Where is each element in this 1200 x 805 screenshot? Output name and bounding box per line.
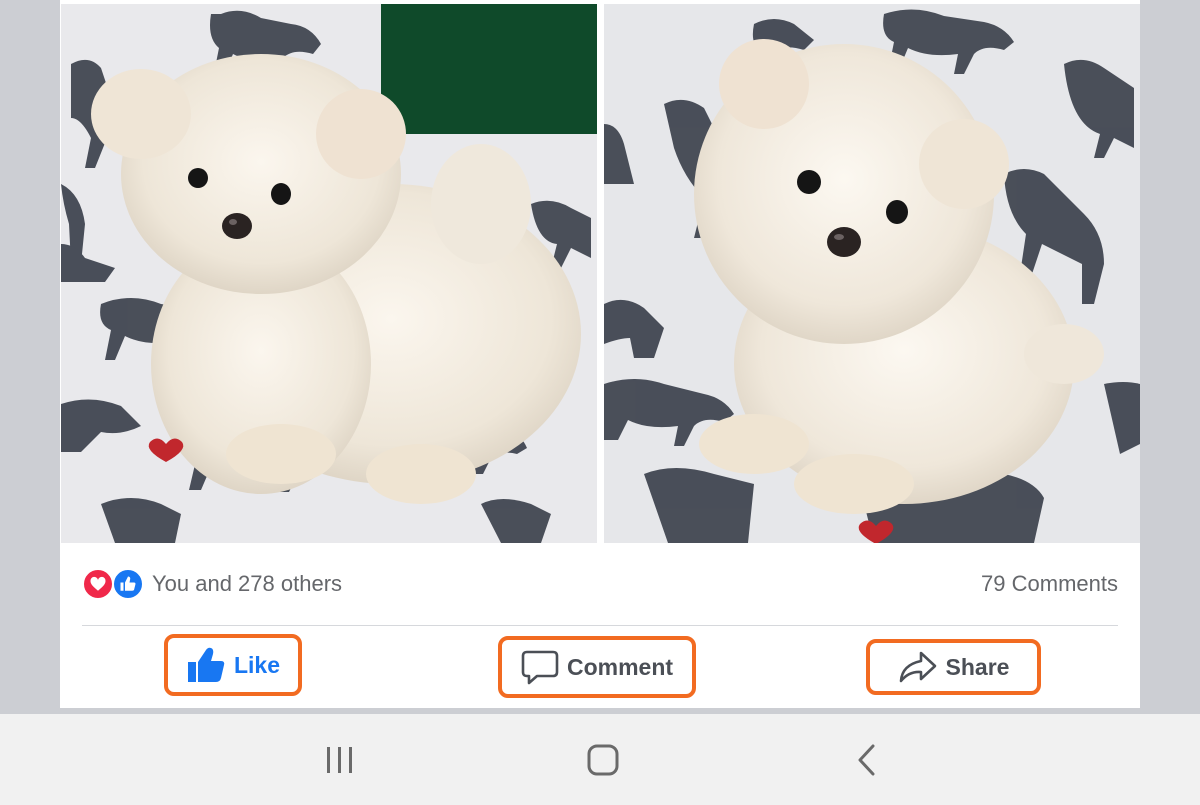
share-arrow-icon — [899, 651, 936, 683]
screen: You and 278 others 79 Comments Like Comm… — [0, 0, 1200, 805]
recent-apps-icon — [327, 747, 352, 773]
heart-icon — [82, 568, 114, 600]
divider — [82, 625, 1118, 626]
comments-count[interactable]: 79 Comments — [981, 571, 1118, 597]
photo-grid — [60, 4, 1140, 543]
comment-icon — [521, 650, 559, 685]
comment-button[interactable]: Comment — [498, 636, 696, 698]
share-button[interactable]: Share — [866, 639, 1041, 695]
like-button[interactable]: Like — [164, 634, 302, 696]
thumbs-up-icon — [112, 568, 144, 600]
white-puppy-photo-right[interactable] — [604, 4, 1140, 543]
thumbs-up-icon — [187, 647, 225, 682]
system-navigation-bar — [0, 714, 1200, 805]
back-button[interactable] — [837, 736, 897, 784]
post-card: You and 278 others 79 Comments Like Comm… — [60, 0, 1140, 708]
white-puppy-photo-left[interactable] — [61, 4, 597, 543]
like-label: Like — [233, 651, 281, 678]
back-icon — [858, 744, 875, 776]
reactions-row[interactable]: You and 278 others 79 Comments — [82, 567, 1118, 601]
comment-label: Comment — [566, 653, 674, 680]
home-button[interactable] — [573, 736, 633, 784]
reaction-icons — [82, 568, 146, 600]
recent-apps-button[interactable] — [310, 736, 370, 784]
reactions-summary[interactable]: You and 278 others — [152, 571, 342, 597]
home-icon — [587, 744, 619, 776]
share-label: Share — [945, 653, 1010, 680]
